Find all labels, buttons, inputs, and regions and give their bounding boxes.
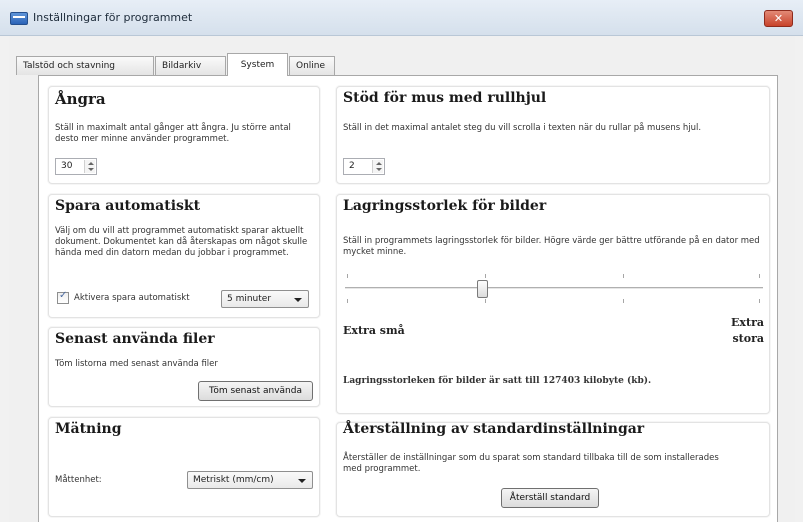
- measurement-title: Mätning: [55, 421, 122, 437]
- undo-steps-spinner[interactable]: 30: [55, 158, 97, 175]
- image-storage-group: Lagringsstorlek för bilder Ställ in prog…: [336, 194, 770, 414]
- slider-max-label-line1: Extra: [731, 316, 764, 329]
- spinner-arrows-icon[interactable]: [84, 160, 95, 173]
- undo-group: Ångra Ställ in maximalt antal gånger att…: [48, 86, 320, 184]
- mouse-wheel-title: Stöd för mus med rullhjul: [343, 90, 547, 106]
- tab-label: System: [240, 60, 275, 70]
- slider-tick: [347, 299, 348, 303]
- measurement-group: Mätning Måttenhet: Metriskt (mm/cm): [48, 417, 320, 517]
- undo-title: Ångra: [55, 90, 106, 108]
- slider-tick: [759, 299, 760, 303]
- mouse-wheel-description: Ställ in det maximal antalet steg du vil…: [343, 123, 702, 133]
- slider-tick: [485, 274, 486, 278]
- scroll-steps-value: 2: [349, 161, 355, 171]
- image-storage-status: Lagringsstorleken för bilder är satt til…: [343, 376, 652, 386]
- chevron-down-icon: [294, 298, 302, 302]
- autosave-title: Spara automatiskt: [55, 198, 201, 214]
- reset-description: Återställer de inställningar som du spar…: [343, 453, 719, 474]
- tab-system[interactable]: System: [227, 53, 288, 76]
- slider-min-label: Extra små: [343, 324, 405, 337]
- tab-bildarkiv[interactable]: Bildarkiv: [155, 56, 226, 75]
- tab-online[interactable]: Online: [289, 56, 335, 75]
- reset-title: Återställning av standardinställningar: [343, 421, 645, 437]
- slider-tick: [623, 299, 624, 303]
- slider-tick: [347, 274, 348, 278]
- autosave-checkbox-label[interactable]: Aktivera spara automatiskt: [74, 293, 190, 304]
- recent-files-title: Senast använda filer: [55, 331, 215, 347]
- undo-description: Ställ in maximalt antal gånger att ångra…: [55, 123, 291, 144]
- unit-select-value: Metriskt (mm/cm): [193, 475, 274, 485]
- recent-files-group: Senast använda filer Töm listorna med se…: [48, 327, 320, 407]
- app-icon: [10, 12, 28, 25]
- tab-label: Talstöd och stavning: [23, 61, 116, 71]
- title-bar: Inställningar för programmet ✕: [0, 0, 803, 36]
- tab-label: Bildarkiv: [162, 61, 202, 71]
- autosave-description: Välj om du vill att programmet automatis…: [55, 226, 308, 258]
- autosave-interval-select[interactable]: 5 minuter: [221, 290, 309, 308]
- autosave-checkbox[interactable]: ✓: [57, 290, 69, 304]
- tab-talstod[interactable]: Talstöd och stavning: [16, 56, 154, 75]
- image-storage-title: Lagringsstorlek för bilder: [343, 198, 547, 214]
- image-storage-description: Ställ in programmets lagringsstorlek för…: [343, 236, 760, 257]
- tab-label: Online: [296, 61, 326, 71]
- mouse-wheel-group: Stöd för mus med rullhjul Ställ in det m…: [336, 86, 770, 184]
- autosave-interval-value: 5 minuter: [227, 294, 272, 304]
- reset-defaults-button[interactable]: Återställ standard: [501, 488, 599, 508]
- slider-tick: [623, 274, 624, 278]
- window-title: Inställningar för programmet: [33, 11, 193, 24]
- recent-files-description: Töm listorna med senast använda filer: [55, 359, 218, 369]
- close-icon: ✕: [773, 12, 784, 25]
- unit-select[interactable]: Metriskt (mm/cm): [187, 471, 313, 489]
- slider-max-label-line2: stora: [732, 332, 764, 345]
- autosave-group: Spara automatiskt Välj om du vill att pr…: [48, 194, 320, 318]
- spinner-arrows-icon[interactable]: [372, 160, 383, 173]
- slider-tick: [485, 299, 486, 303]
- slider-track[interactable]: [345, 287, 763, 290]
- clear-recent-button[interactable]: Töm senast använda: [198, 381, 313, 401]
- close-button[interactable]: ✕: [764, 10, 793, 27]
- checkmark-icon: ✓: [59, 290, 68, 301]
- slider-thumb[interactable]: [477, 280, 489, 298]
- unit-label: Måttenhet:: [55, 475, 102, 485]
- slider-tick: [759, 274, 760, 278]
- undo-steps-value: 30: [61, 161, 73, 171]
- scroll-steps-spinner[interactable]: 2: [343, 158, 385, 175]
- chevron-down-icon: [298, 479, 306, 483]
- reset-group: Återställning av standardinställningar Å…: [336, 421, 770, 517]
